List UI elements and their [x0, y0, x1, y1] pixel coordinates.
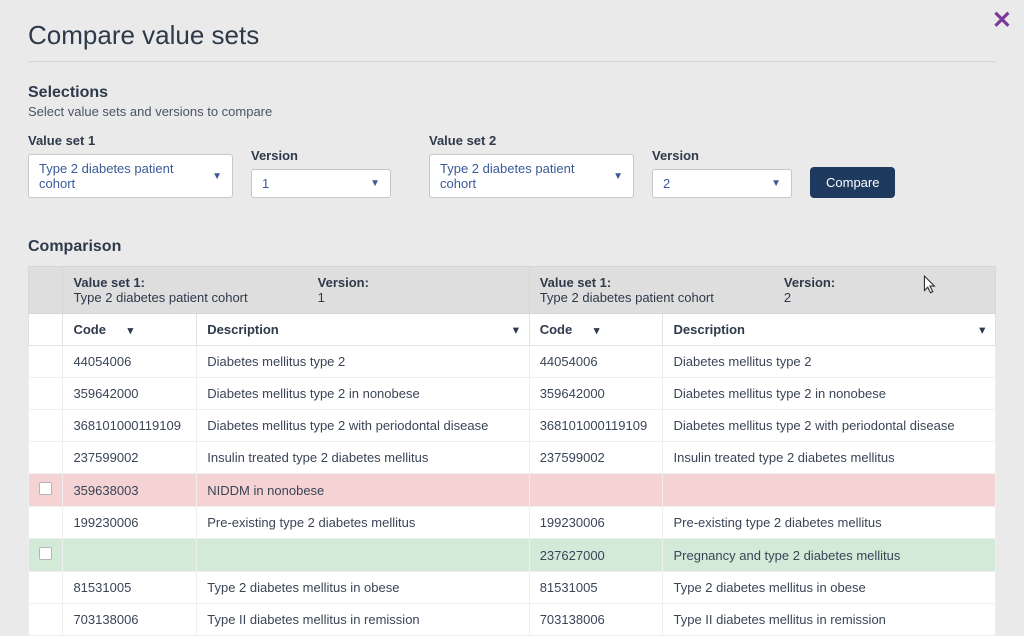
description-cell: NIDDM in nonobese: [197, 474, 529, 507]
table-row: 237627000Pregnancy and type 2 diabetes m…: [29, 539, 996, 572]
version-2-label: Version: [652, 148, 792, 163]
code-cell: 359642000: [63, 378, 197, 410]
version-1-select[interactable]: 1 ▼: [251, 169, 391, 198]
compare-value-sets-modal: ✕ Compare value sets Selections Select v…: [0, 0, 1024, 635]
description-cell: Type 2 diabetes mellitus in obese: [663, 572, 996, 604]
value-set-2-field: Value set 2 Type 2 diabetes patient coho…: [429, 133, 634, 198]
description-header-left[interactable]: Description ▾: [197, 314, 529, 346]
description-cell: Insulin treated type 2 diabetes mellitus: [197, 442, 529, 474]
table-row: 81531005Type 2 diabetes mellitus in obes…: [29, 572, 996, 604]
description-cell: [663, 474, 996, 507]
description-cell: Diabetes mellitus type 2 with periodonta…: [197, 410, 529, 442]
value-set-1-select[interactable]: Type 2 diabetes patient cohort ▼: [28, 154, 233, 198]
row-checkbox[interactable]: [39, 482, 52, 495]
filter-icon[interactable]: ▾: [128, 325, 134, 337]
code-cell: 237627000: [529, 539, 663, 572]
left-vs-sub: Type 2 diabetes patient cohort: [73, 290, 247, 305]
code-cell: 44054006: [63, 346, 197, 378]
right-ver-label: Version:: [784, 275, 835, 290]
description-cell: Type 2 diabetes mellitus in obese: [197, 572, 529, 604]
filter-icon[interactable]: ▾: [594, 325, 600, 337]
code-header-right[interactable]: Code ▾: [529, 314, 663, 346]
code-cell: 199230006: [63, 507, 197, 539]
version-1-field: Version 1 ▼: [251, 148, 391, 198]
description-cell: Pre-existing type 2 diabetes mellitus: [663, 507, 996, 539]
description-cell: Diabetes mellitus type 2: [197, 346, 529, 378]
left-ver: 1: [318, 290, 369, 305]
description-cell: Type II diabetes mellitus in remission: [197, 604, 529, 636]
caret-down-icon: ▼: [771, 178, 781, 189]
code-cell: [529, 474, 663, 507]
value-set-1-label: Value set 1: [28, 133, 233, 148]
value-set-2-label: Value set 2: [429, 133, 634, 148]
value-set-1-field: Value set 1 Type 2 diabetes patient coho…: [28, 133, 233, 198]
table-row: 44054006Diabetes mellitus type 244054006…: [29, 346, 996, 378]
row-checkbox[interactable]: [39, 547, 52, 560]
table-row: 359642000Diabetes mellitus type 2 in non…: [29, 378, 996, 410]
right-vs-label: Value set 1:: [540, 275, 612, 290]
code-cell: 81531005: [529, 572, 663, 604]
selections-heading: Selections: [28, 84, 996, 102]
code-cell: [63, 539, 197, 572]
compare-button[interactable]: Compare: [810, 167, 895, 198]
table-valueset-header: Value set 1: Type 2 diabetes patient coh…: [29, 267, 996, 314]
code-cell: 237599002: [63, 442, 197, 474]
code-cell: 368101000119109: [529, 410, 663, 442]
table-row: 237599002Insulin treated type 2 diabetes…: [29, 442, 996, 474]
page-title: Compare value sets: [28, 20, 996, 62]
code-header-left[interactable]: Code ▾: [63, 314, 197, 346]
right-ver: 2: [784, 290, 835, 305]
caret-down-icon: ▼: [212, 171, 222, 182]
version-2-field: Version 2 ▼: [652, 148, 792, 198]
caret-down-icon: ▼: [370, 178, 380, 189]
comparison-table: Value set 1: Type 2 diabetes patient coh…: [28, 266, 996, 636]
filter-icon[interactable]: ▾: [513, 323, 519, 336]
version-1-value: 1: [262, 176, 269, 191]
selectors-row: Value set 1 Type 2 diabetes patient coho…: [28, 133, 996, 198]
description-cell: Insulin treated type 2 diabetes mellitus: [663, 442, 996, 474]
code-cell: 368101000119109: [63, 410, 197, 442]
description-cell: Type II diabetes mellitus in remission: [663, 604, 996, 636]
left-ver-label: Version:: [318, 275, 369, 290]
table-row: 368101000119109Diabetes mellitus type 2 …: [29, 410, 996, 442]
value-set-2-value: Type 2 diabetes patient cohort: [440, 161, 605, 191]
table-row: 703138006Type II diabetes mellitus in re…: [29, 604, 996, 636]
code-cell: 199230006: [529, 507, 663, 539]
selections-subtext: Select value sets and versions to compar…: [28, 104, 996, 119]
code-cell: 703138006: [63, 604, 197, 636]
description-header-right[interactable]: Description ▾: [663, 314, 996, 346]
code-cell: 44054006: [529, 346, 663, 378]
value-set-2-select[interactable]: Type 2 diabetes patient cohort ▼: [429, 154, 634, 198]
version-1-label: Version: [251, 148, 391, 163]
code-cell: 359638003: [63, 474, 197, 507]
code-cell: 81531005: [63, 572, 197, 604]
description-cell: Diabetes mellitus type 2 with periodonta…: [663, 410, 996, 442]
description-cell: Diabetes mellitus type 2 in nonobese: [663, 378, 996, 410]
close-button[interactable]: ✕: [992, 6, 1012, 35]
value-set-1-value: Type 2 diabetes patient cohort: [39, 161, 204, 191]
left-vs-label: Value set 1:: [73, 275, 145, 290]
version-2-select[interactable]: 2 ▼: [652, 169, 792, 198]
description-cell: Diabetes mellitus type 2: [663, 346, 996, 378]
comparison-heading: Comparison: [28, 238, 996, 256]
caret-down-icon: ▼: [613, 171, 623, 182]
filter-icon[interactable]: ▾: [979, 323, 985, 336]
mouse-cursor-icon: [923, 275, 937, 295]
description-cell: Pre-existing type 2 diabetes mellitus: [197, 507, 529, 539]
code-cell: 237599002: [529, 442, 663, 474]
table-row: 199230006Pre-existing type 2 diabetes me…: [29, 507, 996, 539]
description-cell: Pregnancy and type 2 diabetes mellitus: [663, 539, 996, 572]
right-vs-sub: Type 2 diabetes patient cohort: [540, 290, 714, 305]
table-column-header: Code ▾ Description ▾ Code ▾ Description …: [29, 314, 996, 346]
code-cell: 703138006: [529, 604, 663, 636]
code-cell: 359642000: [529, 378, 663, 410]
description-cell: Diabetes mellitus type 2 in nonobese: [197, 378, 529, 410]
version-2-value: 2: [663, 176, 670, 191]
table-row: 359638003NIDDM in nonobese: [29, 474, 996, 507]
description-cell: [197, 539, 529, 572]
